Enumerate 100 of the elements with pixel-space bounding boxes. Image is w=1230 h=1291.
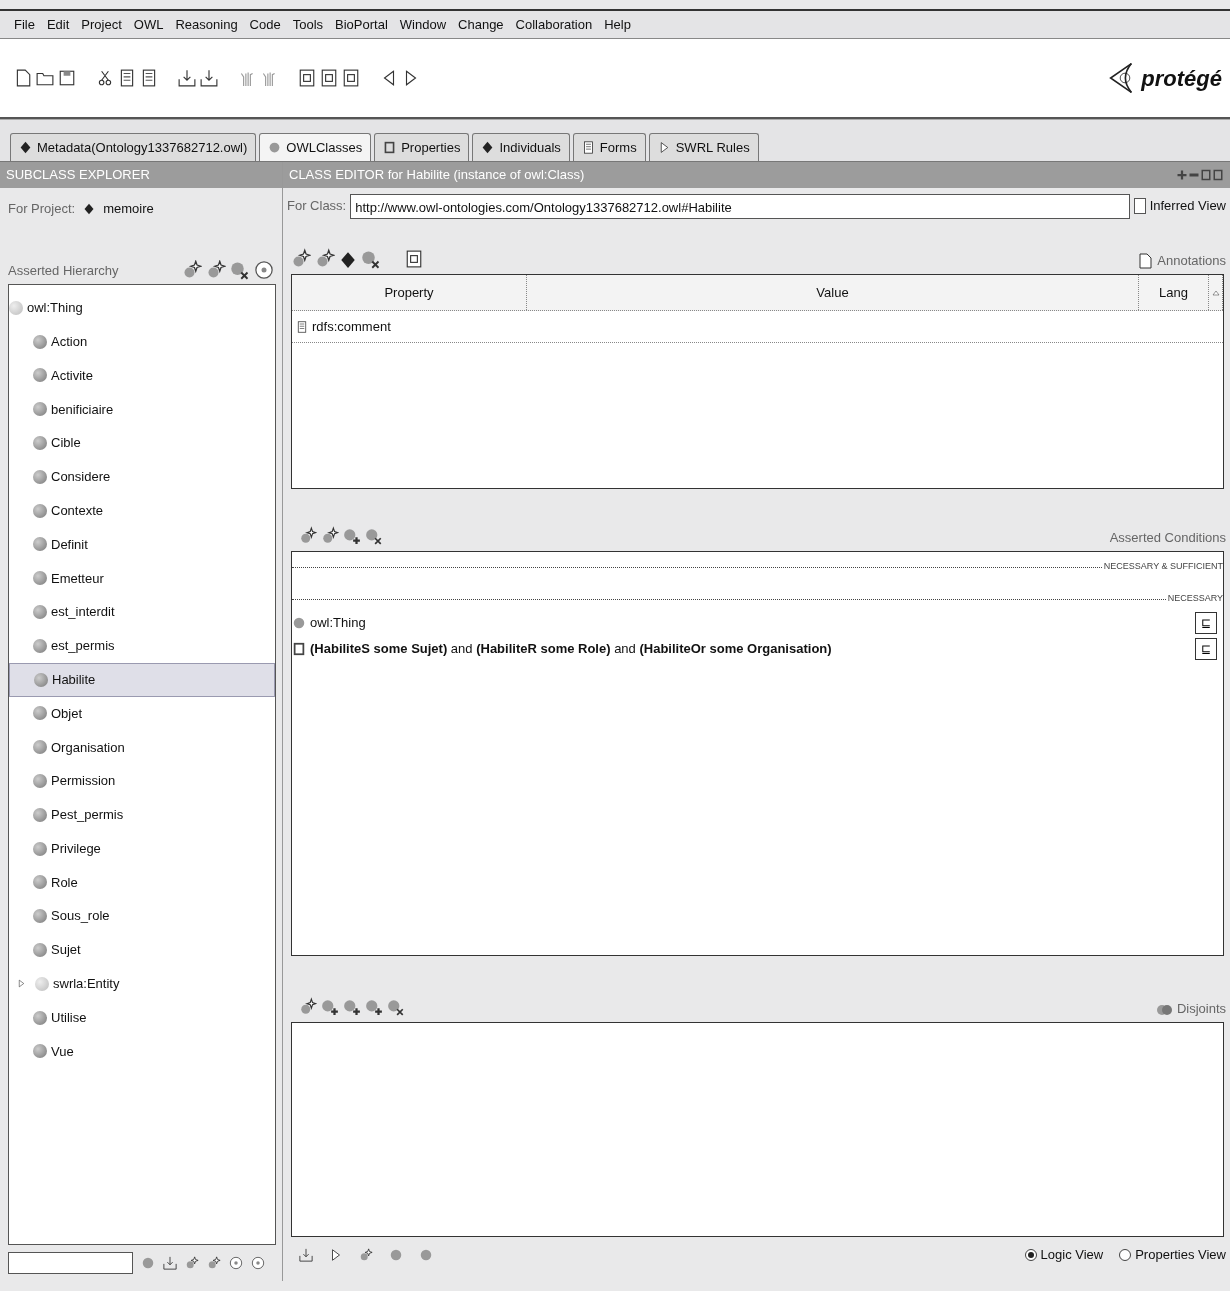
tree-item[interactable]: Emetteur (9, 561, 275, 596)
document-icon[interactable] (342, 69, 360, 87)
tree-item[interactable]: swrla:Entity (9, 966, 275, 1001)
tab[interactable]: Properties (374, 132, 470, 161)
tree-item[interactable]: Objet (9, 696, 275, 731)
tree-item[interactable]: benificiaire (9, 392, 275, 427)
subclass-button[interactable]: ⊑ (1195, 638, 1217, 660)
search-combo[interactable] (8, 1252, 133, 1274)
export-icon[interactable] (200, 69, 218, 87)
document-icon[interactable] (298, 69, 316, 87)
class-name: swrla:Entity (53, 975, 120, 994)
tree-item[interactable]: Contexte (9, 493, 275, 528)
tree-item[interactable]: Utilise (9, 1000, 275, 1035)
tree-item[interactable]: Permission (9, 764, 275, 798)
tree-item[interactable]: Sous_role (9, 899, 275, 934)
cut-icon[interactable] (96, 69, 114, 87)
tree-item[interactable]: Cible (9, 426, 275, 460)
expand-arrow-icon[interactable] (17, 979, 26, 989)
tab[interactable]: Metadata(Ontology1337682712.owl) (10, 132, 257, 161)
view-label[interactable]: Properties View (1135, 1245, 1226, 1265)
window-icon[interactable] (1200, 168, 1212, 182)
class-name: Privilege (51, 839, 101, 858)
tree-item[interactable]: est_permis (9, 628, 275, 663)
column-header: Lang (1139, 275, 1209, 310)
class-name: Vue (51, 1042, 74, 1061)
document-icon[interactable] (405, 248, 423, 270)
save-icon[interactable] (58, 69, 76, 87)
checkbox[interactable] (1133, 198, 1146, 214)
scroll-up-icon[interactable] (1211, 288, 1220, 297)
tree-item[interactable]: est_interdit (9, 595, 275, 629)
menu-item[interactable]: Change (458, 14, 504, 35)
star-icon[interactable] (359, 1248, 373, 1262)
class-url-field[interactable]: http://www.owl-ontologies.com/Ontology1337682712.owl#Habilite (350, 193, 1130, 219)
subclass-button[interactable]: ⊑ (1195, 612, 1217, 634)
menu-item[interactable]: Help (604, 14, 631, 35)
menu-item[interactable]: Code (249, 14, 281, 35)
create-subclass-icon[interactable] (182, 260, 202, 280)
tab[interactable]: Forms (572, 132, 646, 161)
class-label: For Class: (287, 197, 347, 216)
annotations-label: Annotations (1157, 251, 1226, 270)
class-icon (33, 368, 47, 383)
restriction-icon (292, 642, 306, 656)
menu-item[interactable]: Reasoning (175, 14, 238, 35)
class-icon (33, 875, 47, 890)
add-value-icon[interactable] (339, 250, 357, 270)
paste-icon[interactable] (140, 69, 158, 87)
condition-text: (HabiliteS some Sujet) and (HabiliteR some Role) and (HabiliteOr some Organisation) (310, 640, 833, 659)
tree-item[interactable]: Vue (9, 1034, 275, 1069)
radio-button[interactable] (1119, 1249, 1132, 1261)
class-icon (33, 909, 47, 924)
panel-header: SUBCLASS EXPLORER (0, 162, 282, 188)
menu-item[interactable]: BioPortal (335, 14, 388, 35)
tab[interactable]: SWRL Rules (648, 132, 759, 161)
class-name: Definit (51, 535, 88, 554)
class-name: Contexte (51, 501, 104, 520)
panel-header: CLASS EDITOR for Habilite (instance of owl:Class) (289, 166, 586, 185)
tree-item[interactable]: Habilite (9, 662, 275, 697)
document-icon[interactable] (320, 69, 338, 87)
add-annotation-icon[interactable] (315, 248, 335, 270)
tree-item[interactable]: Considere (9, 460, 275, 494)
add-annotation-icon[interactable] (291, 248, 311, 270)
class-icon (33, 402, 47, 417)
class-icon (33, 334, 47, 349)
new-file-icon[interactable] (14, 69, 32, 87)
menu-item[interactable]: Window (399, 14, 447, 35)
tab[interactable]: Individuals (472, 132, 570, 161)
tree-item[interactable]: Role (9, 865, 275, 900)
window-icon[interactable] (1212, 168, 1224, 182)
class-name: Role (51, 873, 78, 892)
class-name: Sous_role (51, 907, 110, 926)
add-icon[interactable] (1176, 168, 1188, 182)
class-icon (33, 740, 47, 755)
bioportal-icon[interactable] (229, 1256, 243, 1270)
create-sibling-icon[interactable] (206, 260, 226, 280)
menu-item[interactable]: Tools (292, 14, 324, 35)
menu-item[interactable]: Project (81, 14, 122, 35)
tree-item[interactable]: owl:Thing (9, 291, 275, 325)
menu-item[interactable]: Collaboration (515, 14, 593, 35)
tree-item[interactable]: Sujet (9, 933, 275, 967)
tab[interactable]: OWLClasses (259, 132, 372, 161)
arrow-icon[interactable] (329, 1248, 343, 1262)
copy-icon[interactable] (118, 69, 136, 87)
menu-item[interactable]: Edit (46, 14, 70, 35)
bioportal-icon[interactable] (254, 260, 274, 280)
bioportal-icon[interactable] (251, 1256, 265, 1270)
tree-item[interactable]: Definit (9, 527, 275, 562)
radio-button[interactable] (1024, 1249, 1037, 1261)
tree-item[interactable]: Activite (9, 358, 275, 393)
tree-item[interactable]: Action (9, 324, 275, 359)
import-icon[interactable] (178, 69, 196, 87)
menu-item[interactable]: OWL (133, 14, 164, 35)
tree-item[interactable]: Organisation (9, 730, 275, 765)
menu-item[interactable]: File (14, 14, 35, 35)
class-icon (34, 672, 48, 687)
diamond-icon (481, 140, 495, 154)
tree-item[interactable]: Privilege (9, 831, 275, 866)
class-icon (268, 140, 282, 154)
delete-class-icon[interactable] (230, 260, 250, 280)
view-label[interactable]: Logic View (1040, 1245, 1104, 1265)
tree-item[interactable]: Pest_permis (9, 797, 275, 832)
